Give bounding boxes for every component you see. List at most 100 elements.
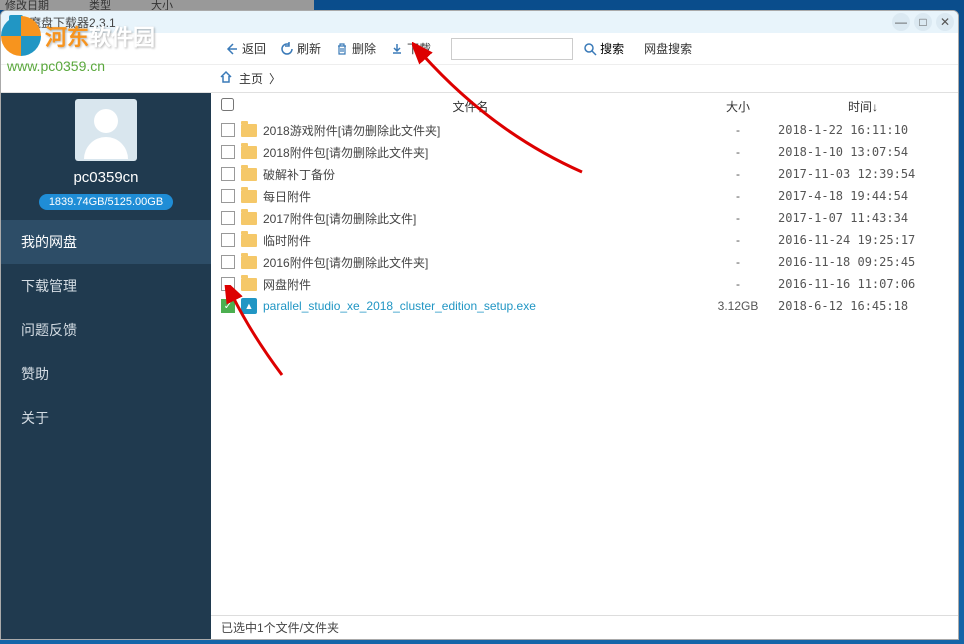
file-row[interactable]: 每日附件-2017-4-18 19:44:54	[211, 185, 958, 207]
row-checkbox[interactable]	[221, 255, 235, 269]
file-size: -	[698, 123, 778, 137]
file-time: 2016-11-24 19:25:17	[778, 233, 948, 247]
file-time: 2017-1-07 11:43:34	[778, 211, 948, 225]
back-icon	[225, 42, 239, 56]
row-checkbox[interactable]	[221, 233, 235, 247]
file-name: parallel_studio_xe_2018_cluster_edition_…	[263, 299, 698, 313]
file-panel: 文件名 大小 时间↓ 2018游戏附件[请勿删除此文件夹]-2018-1-22 …	[211, 93, 958, 639]
file-row[interactable]: 破解补丁备份-2017-11-03 12:39:54	[211, 163, 958, 185]
breadcrumb: 主页 〉	[1, 65, 958, 93]
folder-icon	[241, 212, 257, 225]
search-button[interactable]: 搜索	[575, 40, 632, 57]
sidebar-item-3[interactable]: 赞助	[1, 352, 211, 396]
window-title: 魔盘下载器2.3.1	[29, 14, 116, 31]
search-label: 搜索	[600, 40, 624, 57]
column-name[interactable]: 文件名	[243, 98, 698, 115]
row-checkbox[interactable]	[221, 277, 235, 291]
search-input[interactable]	[452, 42, 572, 56]
breadcrumb-separator: 〉	[269, 70, 281, 87]
search-icon	[583, 42, 597, 56]
file-name: 2017附件包[请勿删除此文件]	[263, 210, 698, 227]
column-size[interactable]: 大小	[698, 98, 778, 115]
minimize-button[interactable]: —	[892, 13, 910, 31]
file-time: 2017-11-03 12:39:54	[778, 167, 948, 181]
file-row[interactable]: 2018游戏附件[请勿删除此文件夹]-2018-1-22 16:11:10	[211, 119, 958, 141]
file-row[interactable]: 2017附件包[请勿删除此文件]-2017-1-07 11:43:34	[211, 207, 958, 229]
toolbar: 返回 刷新 删除 下载 搜索 网盘搜	[1, 33, 958, 65]
delete-label: 删除	[352, 40, 376, 57]
column-time[interactable]: 时间↓	[778, 98, 948, 115]
row-checkbox[interactable]	[221, 211, 235, 225]
select-all-checkbox[interactable]	[221, 98, 234, 111]
back-label: 返回	[242, 40, 266, 57]
folder-icon	[241, 190, 257, 203]
file-size: -	[698, 145, 778, 159]
row-checkbox[interactable]	[221, 145, 235, 159]
status-bar: 已选中1个文件/文件夹	[211, 615, 958, 639]
sidebar-item-2[interactable]: 问题反馈	[1, 308, 211, 352]
app-icon	[9, 15, 23, 29]
app-window: 河东软件园 www.pc0359.cn 魔盘下载器2.3.1 — □ ✕ 返回 …	[0, 10, 959, 640]
folder-icon	[241, 146, 257, 159]
refresh-icon	[280, 42, 294, 56]
breadcrumb-home[interactable]: 主页	[239, 70, 263, 87]
trash-icon	[335, 42, 349, 56]
folder-icon	[241, 234, 257, 247]
folder-icon	[241, 278, 257, 291]
download-button[interactable]: 下载	[384, 36, 437, 61]
file-name: 网盘附件	[263, 276, 698, 293]
file-icon: ▲	[241, 298, 257, 314]
file-name: 临时附件	[263, 232, 698, 249]
row-checkbox[interactable]	[221, 123, 235, 137]
file-name: 2016附件包[请勿删除此文件夹]	[263, 254, 698, 271]
row-checkbox[interactable]	[221, 167, 235, 181]
file-time: 2017-4-18 19:44:54	[778, 189, 948, 203]
file-size: -	[698, 233, 778, 247]
file-time: 2018-1-10 13:07:54	[778, 145, 948, 159]
file-size: -	[698, 189, 778, 203]
file-row[interactable]: 网盘附件-2016-11-16 11:07:06	[211, 273, 958, 295]
row-checkbox[interactable]: ✓	[221, 299, 235, 313]
file-size: 3.12GB	[698, 299, 778, 313]
folder-icon	[241, 256, 257, 269]
file-time: 2018-6-12 16:45:18	[778, 299, 948, 313]
file-size: -	[698, 211, 778, 225]
row-checkbox[interactable]	[221, 189, 235, 203]
file-size: -	[698, 255, 778, 269]
file-name: 每日附件	[263, 188, 698, 205]
back-button[interactable]: 返回	[219, 36, 272, 61]
sidebar-item-0[interactable]: 我的网盘	[1, 220, 211, 264]
avatar[interactable]	[75, 99, 137, 161]
file-name: 2018游戏附件[请勿删除此文件夹]	[263, 122, 698, 139]
maximize-button[interactable]: □	[914, 13, 932, 31]
file-list: 2018游戏附件[请勿删除此文件夹]-2018-1-22 16:11:10201…	[211, 119, 958, 615]
refresh-button[interactable]: 刷新	[274, 36, 327, 61]
home-icon[interactable]	[219, 70, 233, 87]
file-name: 2018附件包[请勿删除此文件夹]	[263, 144, 698, 161]
file-time: 2016-11-18 09:25:45	[778, 255, 948, 269]
search-box	[451, 38, 573, 60]
web-search-button[interactable]: 网盘搜索	[644, 40, 692, 57]
folder-icon	[241, 168, 257, 181]
file-row[interactable]: 2016附件包[请勿删除此文件夹]-2016-11-18 09:25:45	[211, 251, 958, 273]
refresh-label: 刷新	[297, 40, 321, 57]
file-size: -	[698, 167, 778, 181]
file-time: 2018-1-22 16:11:10	[778, 123, 948, 137]
storage-badge: 1839.74GB/5125.00GB	[39, 194, 173, 210]
delete-button[interactable]: 删除	[329, 36, 382, 61]
file-row[interactable]: ✓ ▲ parallel_studio_xe_2018_cluster_editio…	[211, 295, 958, 317]
file-name: 破解补丁备份	[263, 166, 698, 183]
nav: 我的网盘下载管理问题反馈赞助关于	[1, 220, 211, 639]
download-label: 下载	[407, 40, 431, 57]
file-row[interactable]: 2018附件包[请勿删除此文件夹]-2018-1-10 13:07:54	[211, 141, 958, 163]
download-icon	[390, 42, 404, 56]
sidebar-item-1[interactable]: 下载管理	[1, 264, 211, 308]
file-row[interactable]: 临时附件-2016-11-24 19:25:17	[211, 229, 958, 251]
file-time: 2016-11-16 11:07:06	[778, 277, 948, 291]
folder-icon	[241, 124, 257, 137]
close-button[interactable]: ✕	[936, 13, 954, 31]
sidebar: pc0359cn 1839.74GB/5125.00GB 我的网盘下载管理问题反…	[1, 93, 211, 639]
sidebar-item-4[interactable]: 关于	[1, 396, 211, 440]
username: pc0359cn	[1, 169, 211, 186]
file-size: -	[698, 277, 778, 291]
